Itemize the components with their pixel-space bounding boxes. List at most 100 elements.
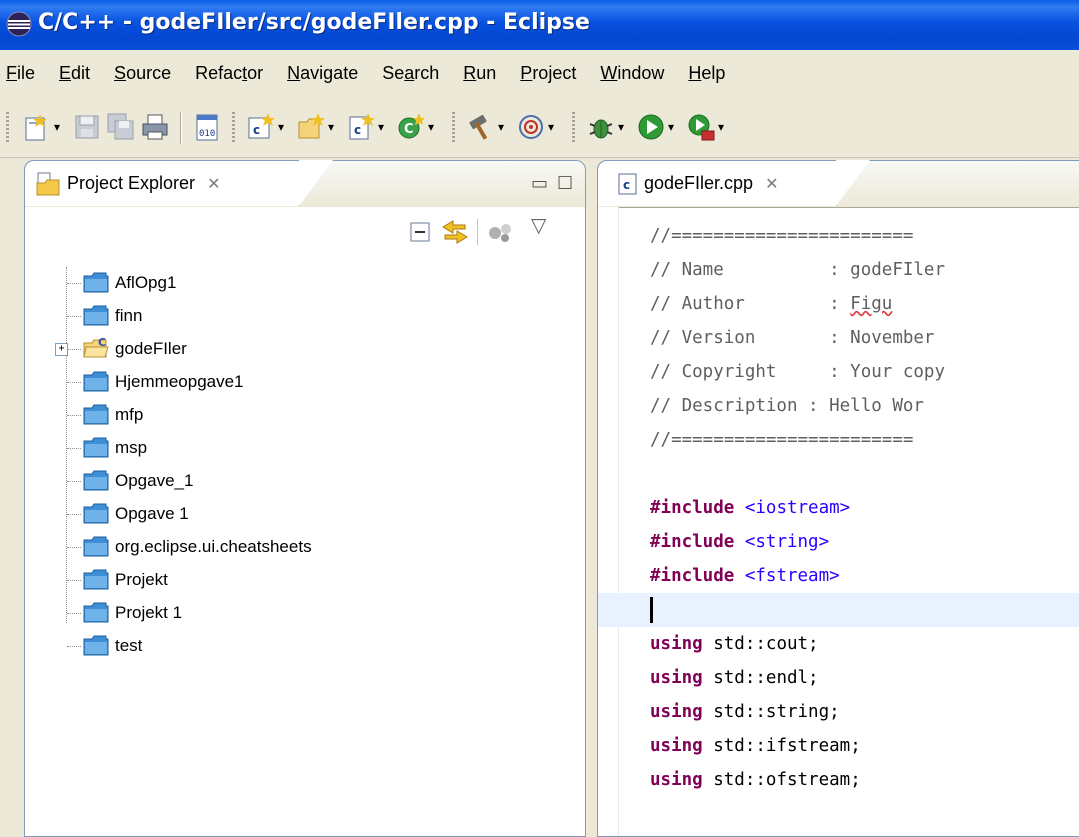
new-source-file-icon[interactable]: c xyxy=(346,112,376,142)
menu-help[interactable]: Help xyxy=(688,63,725,84)
menu-edit[interactable]: Edit xyxy=(59,63,90,84)
menu-search[interactable]: Search xyxy=(382,63,439,84)
new-cpp-project-dropdown-icon[interactable]: ▾ xyxy=(278,120,284,134)
folder-icon xyxy=(83,635,109,656)
menu-bar: File Edit Source Refactor Navigate Searc… xyxy=(0,50,1079,96)
new-cpp-project-icon[interactable]: c xyxy=(246,112,276,142)
view-menu-icon[interactable]: ▽ xyxy=(531,213,546,237)
toolbar-grip[interactable] xyxy=(452,112,455,144)
project-explorer-pane: Project Explorer ✕ ▭ ☐ ▽ AflOpg1 finn + … xyxy=(24,160,586,837)
tree-item-label: org.eclipse.ui.cheatsheets xyxy=(115,537,312,556)
project-explorer-tabstrip: Project Explorer ✕ ▭ ☐ xyxy=(24,160,585,208)
code-editor[interactable]: //======================= // Name : gode… xyxy=(598,219,1079,797)
svg-text:c: c xyxy=(623,178,630,192)
code-line: // Version : November xyxy=(650,328,935,348)
code-line: // Description : Hello Wor xyxy=(650,396,924,416)
toolbar-grip[interactable] xyxy=(232,112,235,144)
tree-connector xyxy=(67,414,81,416)
new-source-folder-icon[interactable] xyxy=(296,112,326,142)
build-hammer-icon[interactable] xyxy=(466,112,496,142)
toolbar-grip[interactable] xyxy=(572,112,575,144)
tree-connector xyxy=(67,480,81,482)
toolbar-grip[interactable] xyxy=(6,112,9,144)
code-line: //======================= xyxy=(650,226,914,246)
svg-text:c: c xyxy=(253,123,260,137)
menu-file[interactable]: File xyxy=(6,63,35,84)
window-title-bar[interactable]: C/C++ - godeFIler/src/godeFIler.cpp - Ec… xyxy=(0,0,1079,50)
folder-icon xyxy=(83,569,109,590)
tree-item-label: Opgave 1 xyxy=(115,504,189,523)
spelling-error: Figu xyxy=(850,294,893,314)
tree-connector xyxy=(67,348,81,350)
svg-text:c: c xyxy=(354,123,361,137)
new-source-folder-dropdown-icon[interactable]: ▾ xyxy=(328,120,334,134)
new-icon[interactable] xyxy=(22,112,52,142)
new-dropdown-icon[interactable]: ▾ xyxy=(54,120,60,134)
editor-tab-label: godeFIler.cpp xyxy=(644,173,754,193)
close-icon[interactable]: ✕ xyxy=(207,174,220,193)
folder-icon xyxy=(83,437,109,458)
run-icon[interactable] xyxy=(636,112,666,142)
code-line: #include <iostream> xyxy=(650,498,851,518)
folder-icon xyxy=(83,305,109,326)
filter-icon[interactable] xyxy=(487,221,515,243)
tree-connector xyxy=(67,579,81,581)
folder-icon xyxy=(83,272,109,293)
collapse-all-icon[interactable] xyxy=(409,221,431,243)
folder-icon xyxy=(83,536,109,557)
new-class-icon[interactable]: C xyxy=(396,112,426,142)
run-dropdown-icon[interactable]: ▾ xyxy=(668,120,674,134)
editor-tabstrip: c godeFIler.cpp ✕ xyxy=(597,160,1079,208)
project-explorer-icon xyxy=(36,172,60,195)
debug-dropdown-icon[interactable]: ▾ xyxy=(618,120,624,134)
tab-godefiler-cpp[interactable]: c godeFIler.cpp ✕ xyxy=(597,160,870,206)
minimize-icon[interactable]: ▭ xyxy=(531,173,548,194)
new-source-file-dropdown-icon[interactable]: ▾ xyxy=(378,120,384,134)
tree-connector xyxy=(67,612,81,614)
target-dropdown-icon[interactable]: ▾ xyxy=(548,120,554,134)
svg-text:C: C xyxy=(404,122,414,137)
maximize-icon[interactable]: ☐ xyxy=(557,173,573,194)
tree-connector xyxy=(67,381,81,383)
project-explorer-tab-label: Project Explorer xyxy=(67,173,196,193)
menu-source[interactable]: Source xyxy=(114,63,171,84)
menu-run[interactable]: Run xyxy=(463,63,496,84)
build-dropdown-icon[interactable]: ▾ xyxy=(498,120,504,134)
folder-icon xyxy=(83,602,109,623)
editor-pane: c godeFIler.cpp ✕ //====================… xyxy=(597,160,1079,837)
toolbar-separator xyxy=(180,112,182,144)
external-tools-dropdown-icon[interactable]: ▾ xyxy=(718,120,724,134)
tree-item-label: AflOpg1 xyxy=(115,273,177,292)
tab-project-explorer[interactable]: Project Explorer ✕ xyxy=(24,160,333,206)
folder-icon xyxy=(83,470,109,491)
save-all-icon[interactable] xyxy=(106,112,136,142)
tree-connector xyxy=(67,447,81,449)
code-line: #include <string> xyxy=(650,532,830,552)
link-with-editor-icon[interactable] xyxy=(441,219,469,245)
new-class-dropdown-icon[interactable]: ▾ xyxy=(428,120,434,134)
menu-project[interactable]: Project xyxy=(520,63,576,84)
code-line: // Name : godeFIler xyxy=(650,260,946,280)
target-icon[interactable] xyxy=(516,112,546,142)
save-icon[interactable] xyxy=(72,112,102,142)
expand-icon[interactable]: + xyxy=(55,343,68,356)
menu-navigate[interactable]: Navigate xyxy=(287,63,358,84)
window-title: C/C++ - godeFIler/src/godeFIler.cpp - Ec… xyxy=(38,10,590,35)
tree-item-label: finn xyxy=(115,306,143,325)
print-icon[interactable] xyxy=(140,112,170,142)
folder-icon xyxy=(83,503,109,524)
tree-item-label: Hjemmeopgave1 xyxy=(115,372,244,391)
code-line: // Copyright : Your copy xyxy=(650,362,946,382)
toolbar-separator xyxy=(477,219,478,245)
external-tools-icon[interactable] xyxy=(686,112,716,142)
current-line xyxy=(598,593,1079,627)
binary-file-icon[interactable]: 010 xyxy=(192,112,222,142)
code-line: //======================= xyxy=(650,430,914,450)
menu-window[interactable]: Window xyxy=(600,63,664,84)
tree-item-label: Projekt xyxy=(115,570,168,589)
close-icon[interactable]: ✕ xyxy=(765,174,778,193)
debug-bug-icon[interactable] xyxy=(586,112,616,142)
menu-refactor[interactable]: Refactor xyxy=(195,63,263,84)
code-line: using std::endl; xyxy=(650,668,819,688)
